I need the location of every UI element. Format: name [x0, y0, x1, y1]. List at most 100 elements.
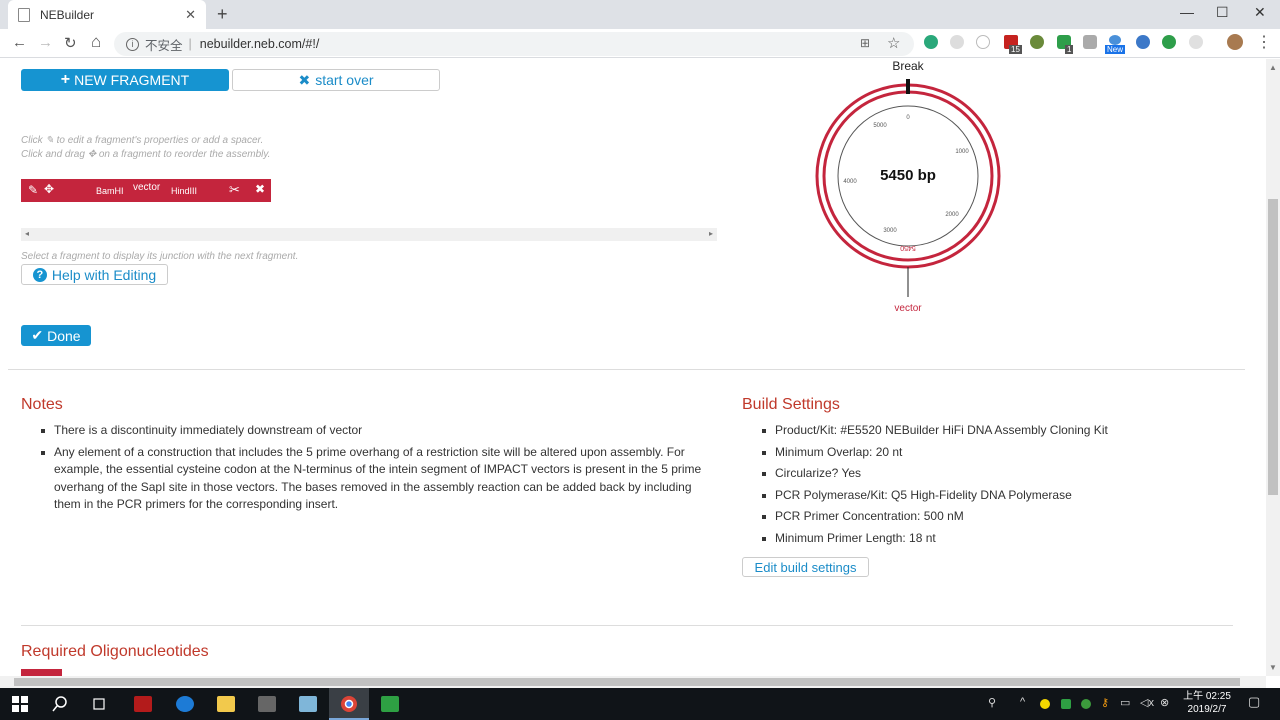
scroll-up-icon[interactable]: ▲ — [1269, 63, 1277, 72]
new-tab-button[interactable]: + — [217, 4, 228, 25]
move-fragment-icon[interactable]: ✥ — [44, 182, 54, 196]
scroll-left-icon[interactable]: ◂ — [25, 229, 29, 238]
bookmark-star-icon[interactable]: ☆ — [887, 34, 900, 52]
drag-hint-text: Click and drag — [21, 149, 85, 160]
extension-icon[interactable] — [924, 35, 938, 49]
tray-app-icon[interactable] — [1040, 699, 1050, 709]
tick-5450: 5450 — [900, 244, 916, 251]
grey-shield-icon[interactable] — [1083, 35, 1097, 49]
scrollbar-thumb[interactable] — [1268, 199, 1278, 495]
page-icon — [18, 7, 30, 22]
check-extension-icon[interactable] — [976, 35, 990, 49]
tab-close-icon[interactable]: ✕ — [185, 7, 196, 23]
close-tray-icon[interactable]: ⊗ — [1160, 696, 1169, 709]
site-info-icon[interactable]: i — [126, 37, 139, 51]
edit-build-settings-button[interactable]: Edit build settings — [742, 557, 869, 577]
scroll-down-icon[interactable]: ▼ — [1269, 663, 1277, 672]
delete-fragment-icon[interactable]: ✖ — [255, 182, 265, 196]
section-divider — [8, 369, 1245, 370]
leaf-tray-icon[interactable] — [1081, 699, 1091, 709]
move-icon: ✥ — [87, 149, 97, 160]
new-fragment-button[interactable]: + NEW FRAGMENT — [21, 69, 229, 91]
tick-2000: 2000 — [945, 212, 959, 218]
leaf-extension-icon[interactable] — [1162, 35, 1176, 49]
close-window-button[interactable]: ✕ — [1254, 4, 1266, 21]
close-icon: ✖ — [298, 71, 311, 88]
search-icon[interactable] — [52, 696, 70, 712]
start-over-button[interactable]: ✖ start over — [232, 69, 440, 91]
tick-3000: 3000 — [883, 228, 897, 234]
windows-start-icon[interactable] — [12, 696, 30, 712]
camtasia-icon[interactable] — [381, 696, 399, 712]
setting-item: PCR Polymerase/Kit: Q5 High-Fidelity DNA… — [742, 487, 1242, 505]
volume-icon[interactable]: ◁x — [1140, 696, 1154, 709]
build-settings-title: Build Settings — [742, 396, 840, 413]
vector-label: vector — [894, 303, 922, 314]
notepad-icon[interactable] — [299, 696, 317, 712]
file-explorer-icon[interactable] — [217, 696, 235, 712]
edit-fragment-icon[interactable]: ✎ — [28, 183, 38, 197]
scroll-right-icon[interactable]: ▸ — [709, 229, 713, 238]
vertical-scrollbar[interactable]: ▲ ▼ — [1266, 59, 1280, 676]
translate-icon[interactable]: ⊞ — [860, 36, 870, 50]
done-label: Done — [47, 327, 81, 344]
tick-5000: 5000 — [873, 123, 887, 129]
fragment-right-site: HindIII — [171, 186, 198, 196]
fragment-bar-vector[interactable]: ✎ ✥ BamHI vector HindIII ✂ ✖ — [21, 179, 271, 202]
url-text[interactable]: nebuilder.neb.com/#!/ — [200, 37, 320, 51]
network-icon[interactable]: ▭ — [1120, 696, 1130, 709]
browser-tab[interactable]: NEBuilder ✕ — [8, 0, 206, 29]
evernote-icon[interactable] — [1030, 35, 1044, 49]
cut-fragment-icon[interactable]: ✂ — [229, 182, 240, 198]
notes-title: Notes — [21, 396, 63, 413]
help-icon: ? — [32, 267, 47, 282]
faded-extension-icon[interactable] — [1189, 35, 1203, 49]
fragment-left-site: BamHI — [96, 186, 124, 196]
minimize-button[interactable]: — — [1180, 4, 1194, 20]
junction-hint: Select a fragment to display its junctio… — [21, 251, 299, 262]
key-tray-icon[interactable]: ⚷ — [1101, 696, 1109, 709]
chrome-taskbar-button[interactable] — [329, 688, 369, 720]
maximize-button[interactable]: ☐ — [1216, 4, 1229, 21]
taskbar-clock[interactable]: 上午 02:25 2019/2/7 — [1172, 690, 1242, 716]
calculator-icon[interactable] — [258, 696, 276, 712]
globe-extension-icon[interactable] — [1136, 35, 1150, 49]
shield-tray-icon[interactable] — [1061, 699, 1071, 709]
edge-browser-icon[interactable] — [176, 696, 194, 712]
notification-icon[interactable]: ▢ — [1248, 694, 1260, 710]
people-icon[interactable]: ⚲ — [988, 696, 996, 709]
chrome-menu-icon[interactable]: ⋮ — [1256, 32, 1272, 52]
checkmark-icon: ✔ — [31, 327, 44, 343]
home-button[interactable]: ⌂ — [91, 32, 101, 52]
tab-title: NEBuilder — [40, 7, 95, 22]
oligos-tab[interactable] — [21, 669, 62, 676]
help-editing-button[interactable]: ? Help with Editing — [21, 264, 168, 285]
news-extension-icon[interactable] — [1109, 35, 1121, 45]
plasmid-size: 5450 bp — [880, 167, 936, 184]
reload-button[interactable]: ↻ — [64, 34, 77, 52]
filezilla-icon[interactable] — [134, 696, 152, 712]
insecure-label: 不安全 — [145, 38, 183, 53]
hscroll-thumb[interactable] — [14, 678, 1240, 686]
drag-hint-text: on a fragment to reorder the assembly. — [98, 149, 271, 160]
shield-badge: 1 — [1065, 45, 1074, 54]
address-bar[interactable]: i 不安全 | nebuilder.neb.com/#!/ ⊞ ☆ — [114, 32, 914, 56]
profile-avatar[interactable] — [1227, 34, 1243, 50]
gmail-badge: 15 — [1009, 45, 1022, 54]
drag-hint: Click and drag ✥ on a fragment to reorde… — [21, 149, 270, 160]
back-button[interactable]: ← — [12, 34, 27, 51]
windows-taskbar: ⚲ ^ ⚷ ▭ ◁x ⊗ ▢ — [0, 688, 1280, 720]
forward-button[interactable]: → — [38, 34, 53, 51]
break-marker — [906, 79, 910, 94]
note-item: Any element of a construction that inclu… — [21, 444, 721, 514]
plus-icon: + — [60, 71, 71, 88]
edit-hint-text: Click — [21, 135, 43, 146]
done-button[interactable]: ✔ Done — [21, 325, 91, 346]
horizontal-scrollbar[interactable] — [0, 676, 1266, 688]
js-extension-icon[interactable] — [950, 35, 964, 49]
tray-expand-icon[interactable]: ^ — [1020, 696, 1025, 708]
note-item: There is a discontinuity immediately dow… — [21, 422, 721, 440]
help-label: Help with Editing — [51, 266, 157, 283]
fragment-scroller[interactable]: ◂ ▸ — [21, 228, 717, 241]
task-view-icon[interactable] — [91, 696, 109, 712]
